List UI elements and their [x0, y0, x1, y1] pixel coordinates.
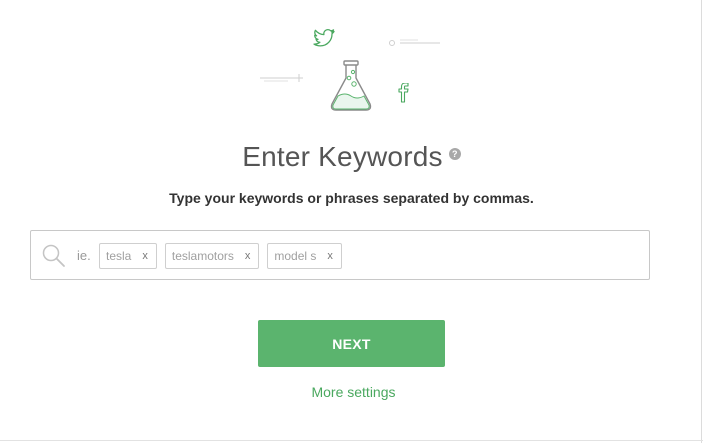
instructions-text: Type your keywords or phrases separated … — [169, 190, 534, 206]
keyword-tag-label: teslamotors — [171, 249, 234, 263]
keyword-placeholder: ie. — [77, 248, 91, 263]
twitter-icon — [313, 28, 335, 47]
keyword-tag-label: tesla — [106, 249, 132, 263]
flask-icon — [330, 60, 372, 111]
question-circle-icon[interactable]: ? — [448, 148, 461, 160]
keyword-tag-tesla: tesla x — [99, 243, 157, 269]
page-title: Enter Keywords — [242, 141, 443, 172]
keyword-tag-model-s: model s x — [267, 243, 342, 269]
keyword-tag-teslamotors: teslamotors x — [164, 243, 260, 269]
frame-right-border — [701, 0, 702, 443]
decoration-lines-plus — [260, 74, 303, 82]
remove-tag-button[interactable]: x — [327, 250, 333, 262]
next-button[interactable]: NEXT — [258, 320, 445, 367]
remove-tag-button[interactable]: x — [245, 250, 251, 262]
decoration-dot-line — [389, 39, 440, 46]
header-illustration — [250, 20, 450, 120]
facebook-icon — [398, 83, 409, 103]
title-row: Enter Keywords? — [0, 141, 703, 173]
frame-bottom-border — [0, 440, 703, 441]
more-settings-link[interactable]: More settings — [0, 384, 703, 400]
keyword-input-box[interactable]: ie. tesla x teslamotors x model s x — [30, 230, 650, 280]
remove-tag-button[interactable]: x — [142, 250, 148, 262]
keyword-tags: tesla x teslamotors x model s x — [99, 243, 410, 269]
keyword-text-input[interactable] — [349, 243, 410, 267]
keyword-tag-label: model s — [274, 249, 317, 263]
search-icon — [42, 244, 65, 267]
